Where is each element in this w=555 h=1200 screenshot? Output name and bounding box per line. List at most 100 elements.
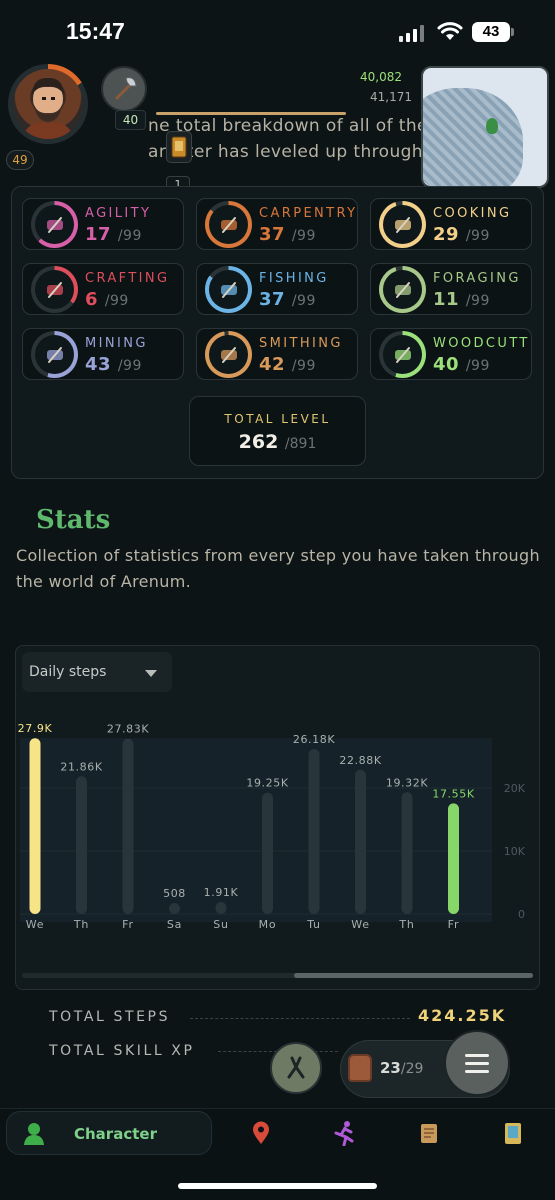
cellular-signal-icon: [399, 24, 427, 42]
bar-mo-5[interactable]: [262, 792, 273, 914]
crafting-icon: [35, 270, 74, 309]
xp-progress-bar: [156, 112, 346, 115]
skill-level-number: 43: [85, 354, 112, 375]
skill-level: 40 /99: [433, 354, 490, 375]
nav-tab-character-label: Character: [74, 1125, 157, 1143]
chart-range-label: Daily steps: [29, 664, 107, 680]
x-tick-label: We: [26, 918, 45, 931]
inventory-count: 23/29: [380, 1059, 423, 1077]
bar-we-0[interactable]: [29, 738, 41, 914]
skill-level-number: 37: [259, 289, 286, 310]
total-level-max: /891: [284, 436, 317, 452]
total-level-number: 262: [238, 431, 279, 453]
y-tick-label: 10K: [504, 845, 526, 858]
bar-tu-6[interactable]: [308, 749, 320, 914]
skill-card-carpentry[interactable]: CARPENTRY 37 /99: [196, 198, 358, 250]
skill-level-max: /99: [104, 293, 129, 309]
skill-level-max: /99: [117, 228, 142, 244]
scroll-icon[interactable]: [416, 1120, 442, 1146]
equipped-tool-button[interactable]: [101, 66, 147, 112]
x-tick-label: Fr: [448, 918, 460, 931]
skill-level-max: /99: [465, 358, 490, 374]
skill-level-number: 40: [433, 354, 460, 375]
bar-fr-2[interactable]: [122, 738, 134, 914]
skill-progress-ring: [31, 201, 78, 248]
skill-level-max: /99: [465, 293, 490, 309]
bar-value-label: 508: [163, 887, 186, 900]
card-icon[interactable]: [500, 1120, 526, 1146]
bar-th-8[interactable]: [401, 792, 413, 914]
skill-card-cooking[interactable]: COOKING 29 /99: [370, 198, 532, 250]
tool-level-badge: 40: [115, 110, 146, 130]
skill-name: FISHING: [259, 271, 329, 286]
skill-name: WOODCUTTING: [433, 336, 529, 351]
bar-value-label: 21.86K: [60, 760, 102, 773]
bar-su-4[interactable]: [215, 901, 227, 914]
skill-level: 37 /99: [259, 289, 316, 310]
total-level-card: TOTAL LEVEL 262 /891: [189, 396, 366, 466]
battery-tip: [511, 28, 514, 36]
bar-fr-9[interactable]: [448, 803, 459, 914]
total-steps-leader-line: [190, 1018, 410, 1019]
minimap[interactable]: [421, 66, 549, 188]
skill-name: SMITHING: [259, 336, 343, 351]
mining-icon: [35, 335, 74, 374]
skill-progress-ring: [205, 331, 252, 378]
bar-value-label: 26.18K: [293, 733, 335, 746]
map-pin-icon[interactable]: [248, 1120, 274, 1146]
total-level-label: TOTAL LEVEL: [224, 412, 331, 426]
x-tick-label: Th: [73, 918, 89, 931]
main-menu-button[interactable]: [444, 1030, 510, 1096]
skill-card-smithing[interactable]: SMITHING 42 /99: [196, 328, 358, 380]
fishing-icon: [209, 270, 248, 309]
skill-progress-ring: [31, 266, 78, 313]
skill-card-mining[interactable]: MINING 43 /99: [22, 328, 184, 380]
bar-th-1[interactable]: [76, 776, 87, 914]
avatar-portrait-icon: [23, 77, 73, 139]
skill-card-fishing[interactable]: FISHING 37 /99: [196, 263, 358, 315]
skill-progress-ring: [205, 266, 252, 313]
total-steps-value: 424.25K: [418, 1006, 507, 1025]
avatar[interactable]: [13, 69, 83, 139]
skill-name: CRAFTING: [85, 271, 170, 286]
inventory-count-max: /29: [400, 1061, 424, 1077]
skill-name: FORAGING: [433, 271, 521, 286]
bar-sa-3[interactable]: [169, 903, 180, 914]
status-time: 15:47: [66, 18, 125, 44]
skill-level-number: 17: [85, 224, 112, 245]
y-tick-label: 20K: [504, 782, 526, 795]
minimap-water: [423, 88, 523, 186]
x-tick-label: Su: [213, 918, 229, 931]
skill-progress-ring: [379, 266, 426, 313]
foraging-icon: [383, 270, 422, 309]
card-button[interactable]: [166, 131, 192, 163]
skill-progress-ring: [379, 331, 426, 378]
skill-level: 42 /99: [259, 354, 316, 375]
chart-scrollbar-thumb[interactable]: [294, 973, 533, 978]
carpentry-icon: [209, 205, 248, 244]
x-tick-label: We: [351, 918, 370, 931]
bar-value-label: 17.55K: [432, 787, 474, 800]
x-tick-label: Th: [398, 918, 414, 931]
bar-we-7[interactable]: [355, 769, 366, 914]
axe-icon: [115, 77, 137, 100]
skill-level-number: 42: [259, 354, 286, 375]
skill-level-number: 6: [85, 289, 99, 310]
x-tick-label: Sa: [167, 918, 182, 931]
steps-bar-chart: 0 10K 20K 27.9K We 21.86K Th 27.83K Fr 508 Sa 1.91K…: [18, 722, 526, 931]
chevron-down-icon: [145, 670, 157, 677]
bar-value-label: 27.9K: [18, 722, 53, 735]
bar-value-label: 19.32K: [386, 776, 428, 789]
skill-card-crafting[interactable]: CRAFTING 6 /99: [22, 263, 184, 315]
x-tick-label: Fr: [122, 918, 134, 931]
skill-level-max: /99: [291, 358, 316, 374]
runner-icon[interactable]: [331, 1120, 357, 1146]
skill-card-foraging[interactable]: FORAGING 11 /99: [370, 263, 532, 315]
skill-level-max: /99: [117, 358, 142, 374]
minimap-player-marker: [486, 118, 498, 134]
pliers-icon: [287, 1056, 305, 1079]
skill-card-woodcutting[interactable]: WOODCUTTING 40 /99: [370, 328, 532, 380]
crafting-button[interactable]: [270, 1042, 322, 1094]
skill-card-agility[interactable]: AGILITY 17 /99: [22, 198, 184, 250]
card-icon: [171, 136, 187, 158]
